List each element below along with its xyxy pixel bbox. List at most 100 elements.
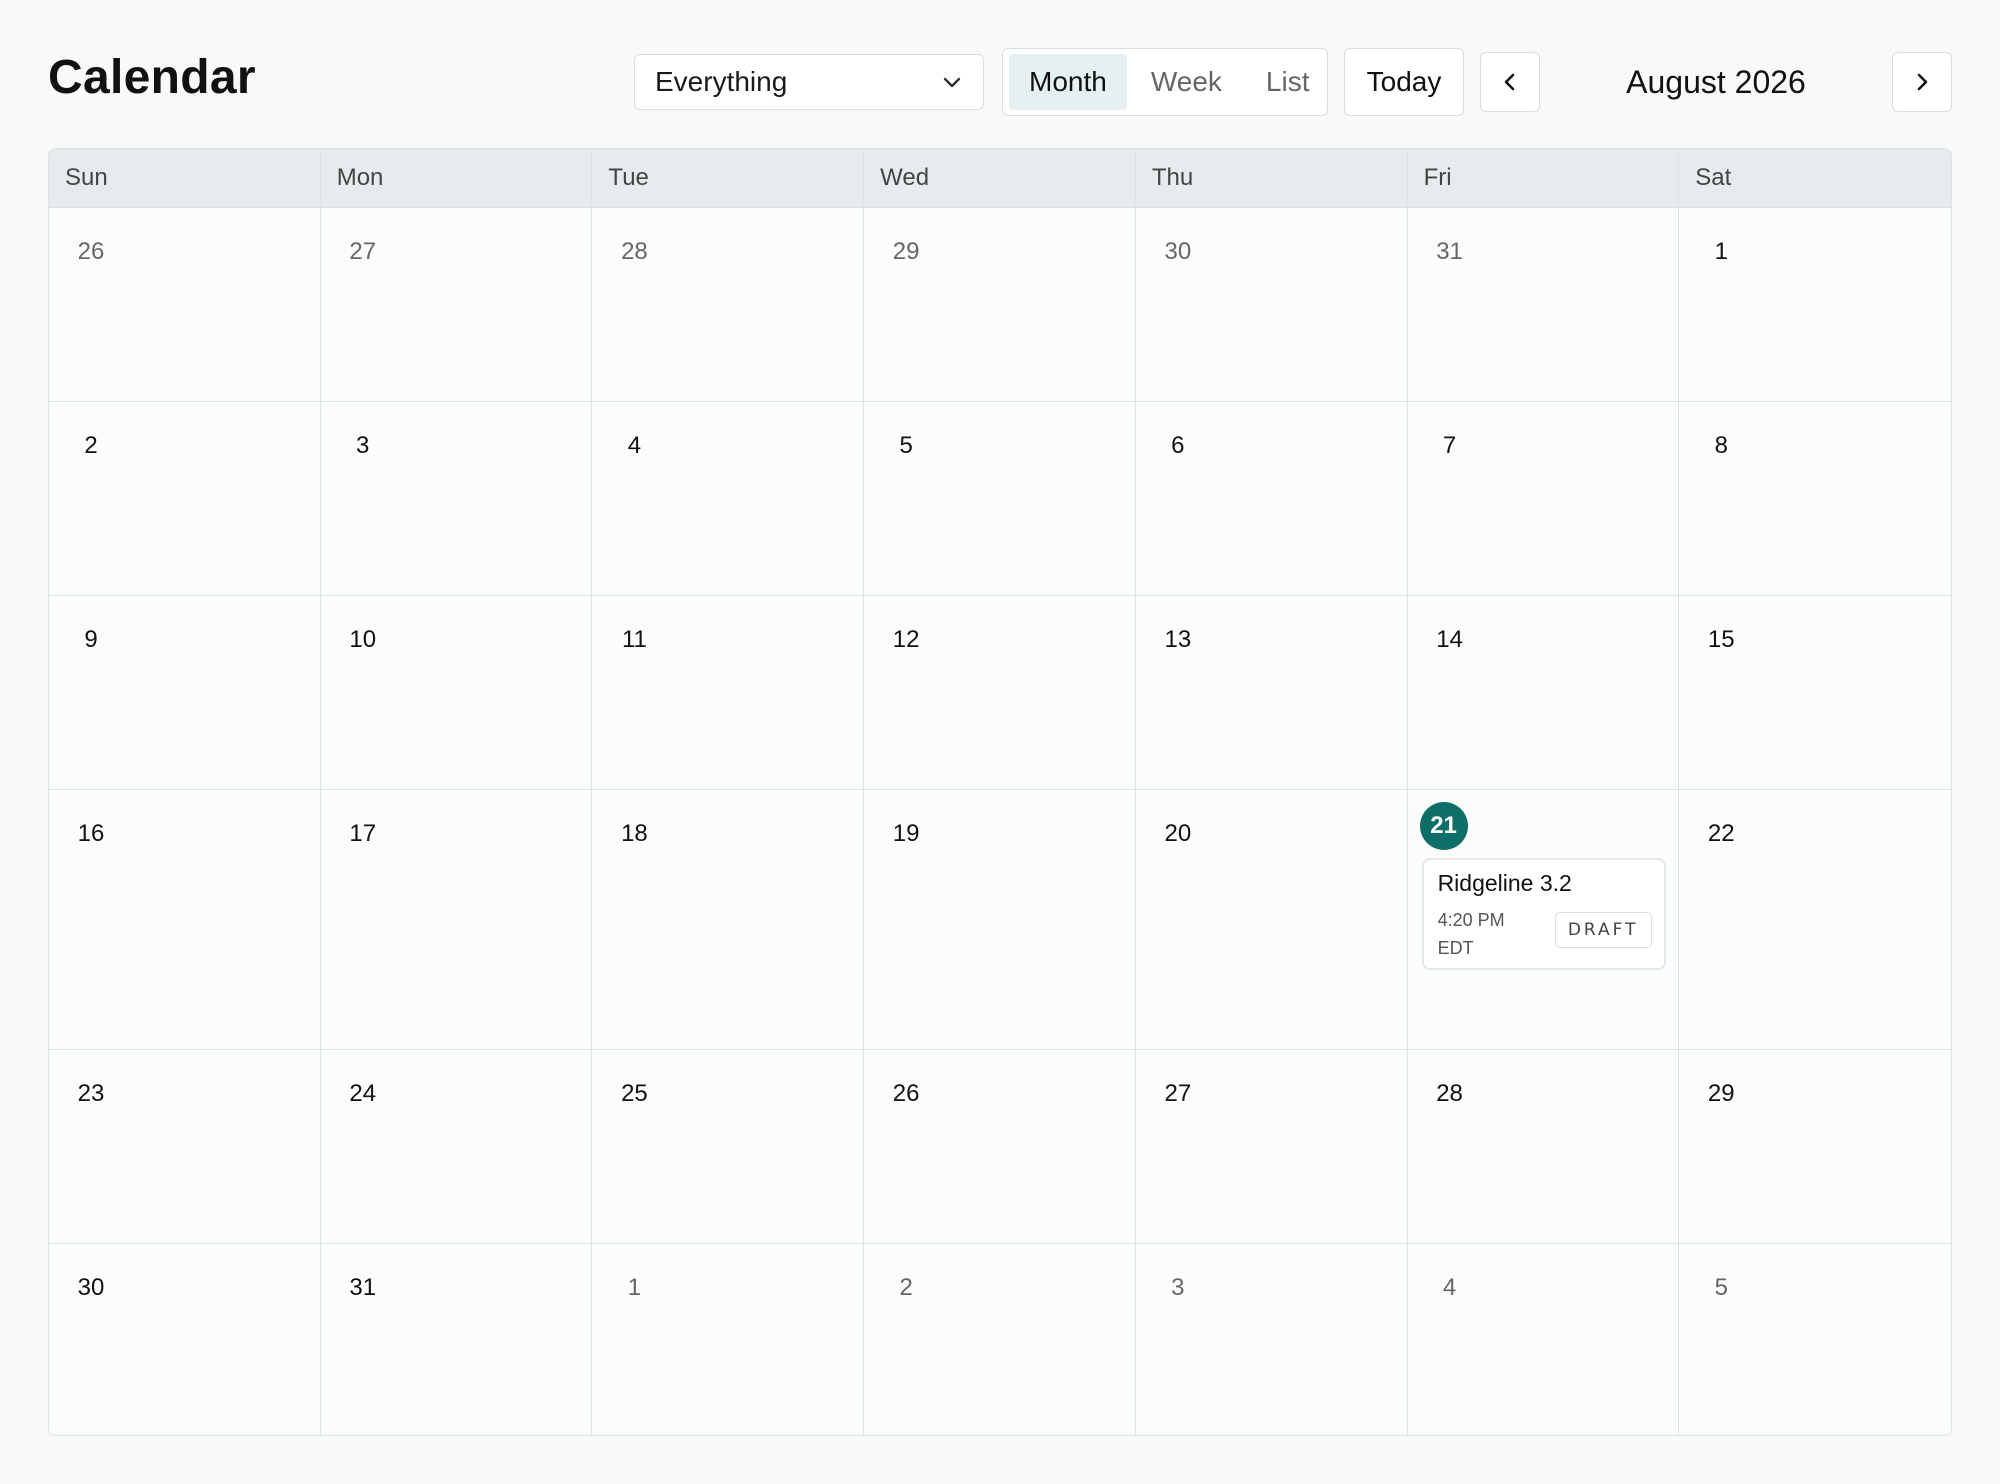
day-cell[interactable]: 27 [321,208,593,401]
day-cell[interactable]: 13 [1136,596,1408,789]
day-cell[interactable]: 29 [1679,1050,1951,1243]
day-number: 5 [1714,1274,1728,1301]
chevron-left-icon [1499,71,1521,93]
day-cell[interactable]: 23 [49,1050,321,1243]
day-number: 31 [1436,238,1463,265]
day-cell[interactable]: 18 [592,790,865,1049]
day-cell[interactable]: 26 [864,1050,1136,1243]
day-number: 4 [1442,1274,1457,1301]
day-cell[interactable]: 5 [1679,1244,1951,1435]
week-row: 2 3 4 5 6 7 8 [49,402,1951,596]
day-cell[interactable]: 29 [864,208,1136,401]
day-number: 17 [349,820,377,847]
day-cell[interactable]: 4 [592,402,865,595]
day-cell[interactable]: 31 [1408,208,1680,401]
next-month-button[interactable] [1892,52,1952,112]
weekday-header: Sun Mon Tue Wed Thu Fri Sat [49,149,1951,208]
day-number: 9 [84,626,98,653]
day-cell[interactable]: 28 [592,208,865,401]
day-cell[interactable]: 10 [321,596,593,789]
day-number: 29 [1707,1080,1735,1107]
day-cell[interactable]: 11 [592,596,865,789]
day-cell[interactable]: 14 [1408,596,1680,789]
chevron-down-icon [941,71,963,93]
day-cell[interactable]: 24 [321,1050,593,1243]
prev-month-button[interactable] [1480,52,1540,112]
view-list-tab[interactable]: List [1246,54,1330,110]
week-row: 26 27 28 29 30 31 1 [49,208,1951,402]
calendar-page: Calendar Everything Month Week List Toda… [0,0,2000,1484]
day-cell[interactable]: 20 [1136,790,1408,1049]
day-cell-today[interactable]: 21 Ridgeline 3.2 4:20 PM EDT DRAFT [1408,790,1680,1049]
week-row: 9 10 11 12 13 14 15 [49,596,1951,790]
weekday-label: Fri [1408,149,1680,207]
day-cell[interactable]: 27 [1136,1050,1408,1243]
day-number: 26 [892,1080,920,1107]
week-row: 30 31 1 2 3 4 5 [49,1244,1951,1435]
day-cell[interactable]: 3 [321,402,593,595]
day-cell[interactable]: 2 [864,1244,1136,1435]
day-cell[interactable]: 19 [864,790,1136,1049]
day-number: 23 [77,1080,105,1107]
weekday-label: Tue [592,149,865,207]
day-cell[interactable]: 8 [1679,402,1951,595]
day-number: 2 [899,1274,913,1301]
day-number: 28 [1436,1080,1463,1107]
week-row: 16 17 18 19 20 21 Ridgeline 3.2 4:20 PM … [49,790,1951,1050]
day-cell[interactable]: 4 [1408,1244,1680,1435]
day-number: 25 [621,1080,648,1107]
event-card[interactable]: Ridgeline 3.2 4:20 PM EDT DRAFT [1421,858,1666,970]
chevron-right-icon [1911,71,1933,93]
day-number: 31 [349,1274,377,1301]
day-number: 2 [84,432,98,459]
day-number: 8 [1714,432,1728,459]
view-switcher: Month Week List [1002,48,1328,116]
day-cell[interactable]: 25 [592,1050,865,1243]
day-cell[interactable]: 6 [1136,402,1408,595]
filter-selected: Everything [655,66,788,97]
day-cell[interactable]: 28 [1408,1050,1680,1243]
day-number: 11 [621,626,647,653]
day-number: 24 [349,1080,377,1107]
day-number: 29 [892,238,920,265]
day-cell[interactable]: 15 [1679,596,1951,789]
day-cell[interactable]: 26 [49,208,321,401]
view-week-tab[interactable]: Week [1131,54,1242,110]
weekday-label: Thu [1136,149,1408,207]
view-month-tab[interactable]: Month [1009,54,1127,110]
day-number: 18 [621,820,648,847]
day-cell[interactable]: 9 [49,596,321,789]
day-number: 15 [1707,626,1735,653]
day-cell[interactable]: 17 [321,790,593,1049]
day-number: 19 [892,820,920,847]
day-number: 30 [77,1274,105,1301]
day-number: 12 [892,626,920,653]
today-day-number: 21 [1419,802,1468,850]
weekday-label: Wed [864,149,1136,207]
day-cell[interactable]: 30 [49,1244,321,1435]
day-number: 27 [349,238,377,265]
day-cell[interactable]: 16 [49,790,321,1049]
day-cell[interactable]: 12 [864,596,1136,789]
day-cell[interactable]: 31 [321,1244,593,1435]
day-cell[interactable]: 1 [592,1244,865,1435]
day-number: 22 [1707,820,1735,847]
weekday-label: Sun [49,149,321,207]
event-status-badge: DRAFT [1554,912,1652,948]
day-number: 10 [349,626,377,653]
day-cell[interactable]: 5 [864,402,1136,595]
day-number: 5 [899,432,913,459]
day-cell[interactable]: 1 [1679,208,1951,401]
day-cell[interactable]: 22 [1679,790,1951,1049]
day-number: 1 [1714,238,1728,265]
day-number: 28 [621,238,648,265]
current-month-label: August 2026 [1626,63,1806,100]
day-cell[interactable]: 2 [49,402,321,595]
day-cell[interactable]: 30 [1136,208,1408,401]
today-button[interactable]: Today [1344,48,1464,116]
month-grid: Sun Mon Tue Wed Thu Fri Sat 26 27 28 29 … [48,148,1952,1436]
day-cell[interactable]: 3 [1136,1244,1408,1435]
filter-dropdown[interactable]: Everything [634,54,984,110]
day-number: 27 [1164,1080,1192,1107]
day-cell[interactable]: 7 [1408,402,1680,595]
